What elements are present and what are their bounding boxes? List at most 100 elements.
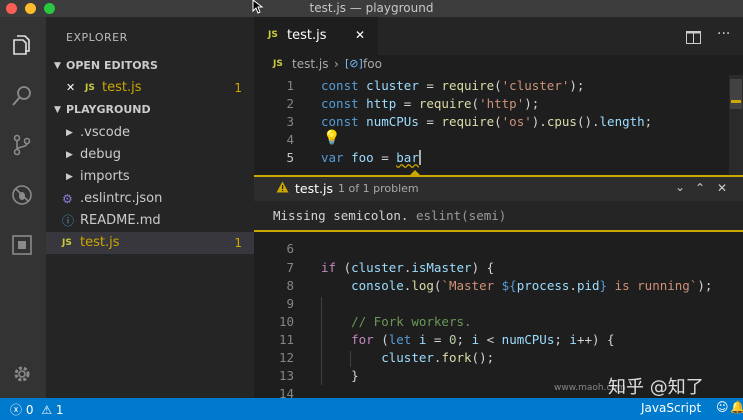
- js-file-icon: JS: [268, 30, 278, 40]
- search-icon[interactable]: [7, 81, 37, 111]
- open-editor-label: test.js: [102, 80, 142, 95]
- problem-source: eslint(semi): [416, 208, 507, 223]
- warning-icon: [276, 181, 289, 196]
- file-label: .eslintrc.json: [80, 191, 163, 206]
- activity-bar: [0, 17, 46, 398]
- tab-label: test.js: [287, 28, 327, 43]
- open-editor-item[interactable]: ✕ JS test.js 1: [46, 77, 254, 99]
- scrollbar-warning-marker: [731, 100, 741, 103]
- problem-count-badge: 1: [234, 236, 242, 250]
- file-item-eslintrc[interactable]: ⚙ .eslintrc.json: [46, 188, 254, 210]
- line-number: 3: [286, 114, 294, 129]
- explorer-sidebar: EXPLORER ▼ OPEN EDITORS ✕ JS test.js 1 ▼…: [46, 17, 254, 398]
- debug-icon[interactable]: [7, 180, 37, 210]
- line-number: 10: [278, 314, 294, 329]
- code-line[interactable]: var foo = bar: [321, 150, 421, 165]
- line-number: 7: [286, 260, 294, 275]
- info-icon: ⓘ: [62, 214, 75, 228]
- line-number: 1: [286, 78, 294, 93]
- editor-area: JS test.js ✕ ··· JS test.js › [⊘] foo 1 …: [254, 17, 743, 401]
- close-tab-icon[interactable]: ✕: [355, 28, 365, 42]
- playground-section[interactable]: ▼ PLAYGROUND: [46, 99, 254, 121]
- close-icon[interactable]: ✕: [66, 77, 75, 99]
- open-editors-title: OPEN EDITORS: [66, 59, 158, 72]
- gear-icon: ⚙: [62, 192, 73, 206]
- chevron-down-icon: ▼: [54, 105, 61, 115]
- line-number: 9: [286, 296, 294, 311]
- line-number: 11: [278, 332, 294, 347]
- mouse-pointer-icon: [252, 0, 264, 14]
- folder-item-vscode[interactable]: ▶ .vscode: [46, 122, 254, 144]
- peek-file: test.js: [295, 181, 333, 196]
- previous-problem-icon[interactable]: ⌃: [695, 181, 705, 195]
- open-editors-section[interactable]: ▼ OPEN EDITORS: [46, 55, 254, 77]
- code-line[interactable]: // Fork workers.: [321, 314, 471, 329]
- breadcrumb: JS test.js › [⊘] foo: [254, 55, 743, 75]
- lightbulb-icon[interactable]: 💡: [323, 130, 340, 146]
- problem-message: Missing semicolon. eslint(semi): [273, 208, 506, 223]
- indent-guide: [350, 351, 351, 367]
- breadcrumb-file[interactable]: test.js: [292, 57, 328, 71]
- indent-guide: [321, 297, 322, 385]
- code-line[interactable]: const http = require('http');: [321, 96, 539, 111]
- extensions-icon[interactable]: [7, 230, 37, 260]
- line-number: 8: [286, 278, 294, 293]
- smiley-icon[interactable]: ☺: [716, 400, 729, 414]
- title-bar: test.js — playground: [0, 0, 743, 17]
- settings-gear-icon[interactable]: [7, 359, 37, 389]
- language-mode[interactable]: JavaScript: [641, 401, 701, 415]
- folder-label: .vscode: [80, 125, 130, 140]
- folder-label: imports: [80, 169, 130, 184]
- file-item-testjs[interactable]: JS test.js 1: [46, 232, 254, 254]
- explorer-header: EXPLORER: [66, 31, 128, 44]
- problem-peek-widget: test.js 1 of 1 problem ⌄ ⌃ ✕ Missing sem…: [254, 175, 743, 232]
- code-line[interactable]: console.log(`Master ${process.pid} is ru…: [321, 278, 712, 293]
- chevron-right-icon: ▶: [66, 150, 73, 160]
- code-line[interactable]: const cluster = require('cluster');: [321, 78, 584, 93]
- scrollbar-thumb[interactable]: [730, 79, 742, 109]
- line-number: 5: [286, 150, 294, 165]
- peek-count: 1 of 1 problem: [338, 182, 419, 195]
- code-line[interactable]: for (let i = 0; i < numCPUs; i++) {: [321, 332, 614, 347]
- peek-header: test.js 1 of 1 problem ⌄ ⌃ ✕: [254, 177, 743, 201]
- file-label: test.js: [80, 235, 120, 250]
- js-file-icon: JS: [62, 238, 72, 248]
- chevron-right-icon: ▶: [66, 172, 73, 182]
- error-icon: ⓧ: [10, 403, 23, 417]
- js-file-icon: JS: [273, 59, 283, 69]
- window-title: test.js — playground: [309, 1, 434, 15]
- split-editor-icon[interactable]: [686, 29, 701, 48]
- line-number: 12: [278, 350, 294, 365]
- js-file-icon: JS: [85, 83, 95, 93]
- next-problem-icon[interactable]: ⌄: [675, 180, 685, 194]
- file-item-readme[interactable]: ⓘ README.md: [46, 210, 254, 232]
- code-line[interactable]: if (cluster.isMaster) {: [321, 260, 494, 275]
- code-line[interactable]: const numCPUs = require('os').cpus().len…: [321, 114, 652, 129]
- problem-text: Missing semicolon.: [273, 208, 409, 223]
- bell-icon[interactable]: 🔔: [730, 400, 743, 414]
- problems-indicator[interactable]: ⓧ 0 ⚠ 1: [10, 401, 64, 418]
- error-count: 0: [25, 403, 34, 417]
- folder-item-debug[interactable]: ▶ debug: [46, 144, 254, 166]
- folder-item-imports[interactable]: ▶ imports: [46, 166, 254, 188]
- line-number: 13: [278, 368, 294, 383]
- playground-title: PLAYGROUND: [66, 103, 151, 116]
- code-line[interactable]: cluster.fork();: [321, 350, 494, 365]
- warning-count: 1: [55, 403, 64, 417]
- warning-icon: ⚠: [41, 403, 53, 417]
- breadcrumb-symbol[interactable]: foo: [363, 57, 382, 71]
- code-line[interactable]: }: [321, 368, 359, 383]
- status-bar: ⓧ 0 ⚠ 1 JavaScript ☺ 🔔: [0, 398, 743, 420]
- source-control-icon[interactable]: [7, 130, 37, 160]
- variable-symbol-icon: [⊘]: [345, 57, 363, 70]
- watermark-url: www.maoh.com: [554, 383, 626, 393]
- line-number: 4: [286, 132, 294, 147]
- chevron-down-icon: ▼: [54, 61, 61, 71]
- chevron-right-icon: ▶: [66, 128, 73, 138]
- file-label: README.md: [80, 213, 161, 228]
- line-number: 6: [286, 241, 294, 256]
- tab-testjs[interactable]: JS test.js ✕: [254, 17, 378, 55]
- explorer-icon[interactable]: [7, 30, 37, 60]
- more-actions-icon[interactable]: ···: [717, 26, 730, 42]
- close-peek-icon[interactable]: ✕: [717, 181, 727, 195]
